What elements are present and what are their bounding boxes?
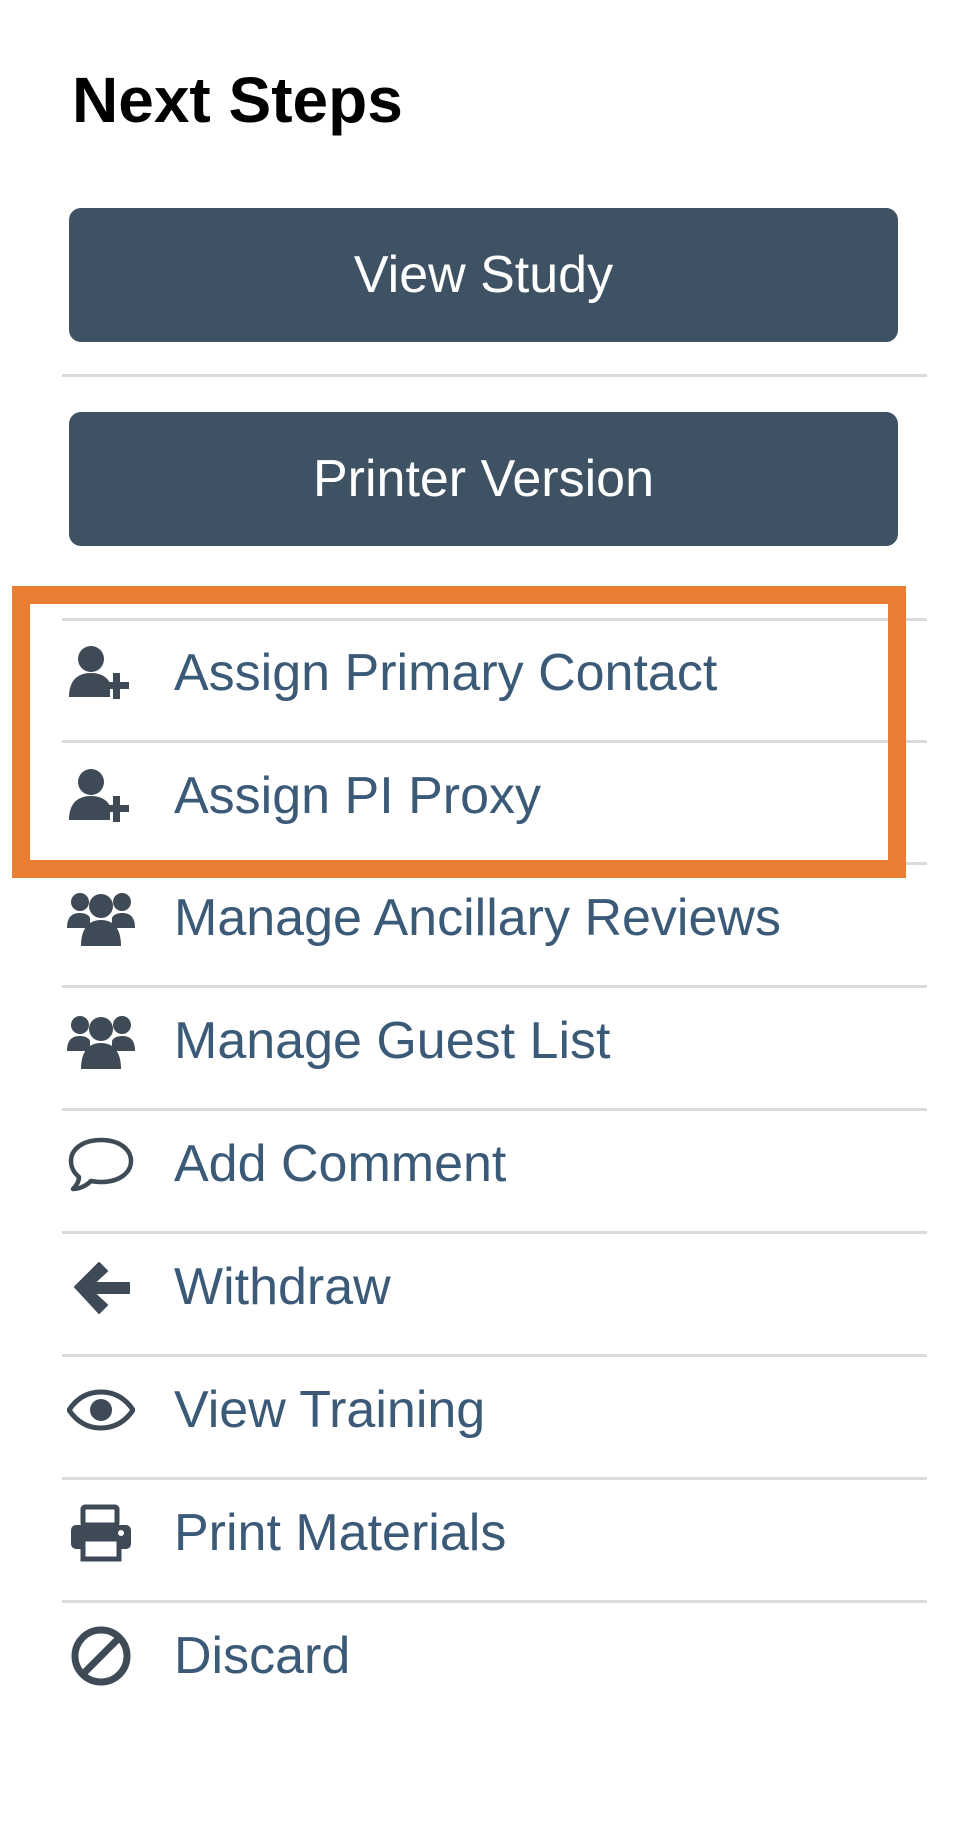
panel-title: Next Steps xyxy=(72,64,403,136)
action-label: Print Materials xyxy=(174,1503,507,1562)
action-assign-pi-proxy[interactable]: Assign PI Proxy xyxy=(62,733,927,858)
divider xyxy=(62,374,927,377)
action-label: View Training xyxy=(174,1380,486,1439)
action-label: Assign Primary Contact xyxy=(174,643,718,702)
users-icon xyxy=(67,1007,135,1075)
user-plus-icon xyxy=(67,639,135,707)
action-add-comment[interactable]: Add Comment xyxy=(62,1101,927,1226)
action-withdraw[interactable]: Withdraw xyxy=(62,1224,927,1349)
action-manage-guest-list[interactable]: Manage Guest List xyxy=(62,978,927,1103)
printer-version-button[interactable]: Printer Version xyxy=(69,412,898,546)
action-discard[interactable]: Discard xyxy=(62,1593,927,1718)
action-print-materials[interactable]: Print Materials xyxy=(62,1470,927,1595)
action-label: Discard xyxy=(174,1626,351,1685)
users-icon xyxy=(67,884,135,952)
action-label: Manage Guest List xyxy=(174,1011,611,1070)
comment-icon xyxy=(67,1130,135,1198)
view-study-button[interactable]: View Study xyxy=(69,208,898,342)
action-view-training[interactable]: View Training xyxy=(62,1347,927,1472)
action-label: Manage Ancillary Reviews xyxy=(174,888,781,947)
action-label: Withdraw xyxy=(174,1257,391,1316)
ban-icon xyxy=(67,1622,135,1690)
action-assign-primary-contact[interactable]: Assign Primary Contact xyxy=(62,610,927,735)
action-label: Assign PI Proxy xyxy=(174,766,542,825)
eye-icon xyxy=(67,1376,135,1444)
user-plus-icon xyxy=(67,762,135,830)
arrow-left-icon xyxy=(67,1253,135,1321)
action-manage-ancillary-reviews[interactable]: Manage Ancillary Reviews xyxy=(62,855,927,980)
printer-icon xyxy=(67,1499,135,1567)
action-label: Add Comment xyxy=(174,1134,507,1193)
